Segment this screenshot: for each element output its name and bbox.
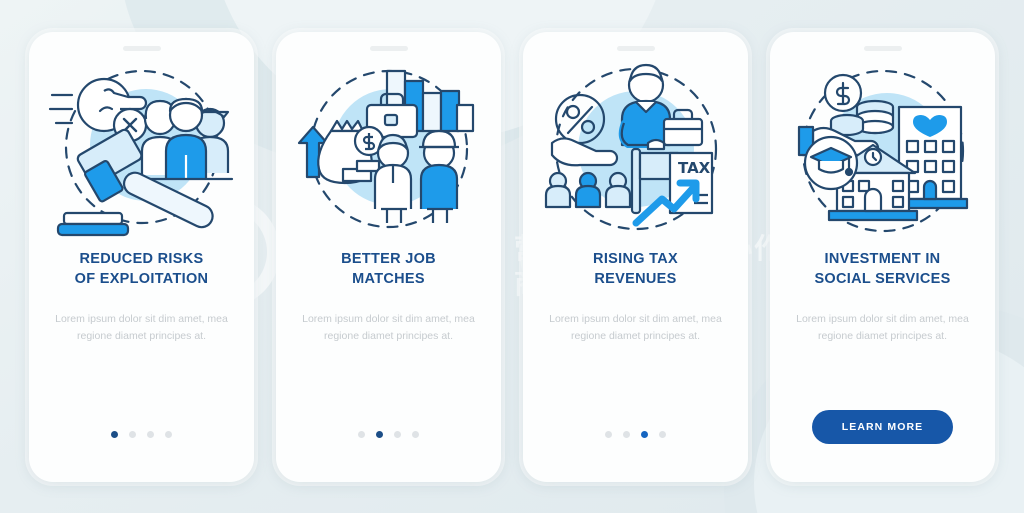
pagination-dot-4[interactable] (412, 430, 419, 438)
page-title: RISING TAX REVENUES (579, 249, 692, 289)
page-body-text: Lorem ipsum dolor sit dim amet, mea regi… (796, 312, 969, 342)
gavel-workers-illustration (42, 57, 242, 247)
briefcase-chart-workers-illustration (289, 57, 489, 247)
pagination-dot-2[interactable] (129, 430, 136, 438)
pagination-dots[interactable] (358, 430, 419, 438)
pagination-dot-4[interactable] (165, 430, 172, 438)
page-body-text: Lorem ipsum dolor sit dim amet, mea regi… (549, 312, 722, 342)
pagination-dots[interactable] (111, 430, 172, 438)
pagination-dot-1[interactable] (605, 430, 612, 438)
pagination-dot-3[interactable] (641, 430, 648, 438)
page-title: REDUCED RISKS OF EXPLOITATION (61, 249, 223, 289)
phone-screen-rising-tax-revenues[interactable]: TAX RISING TAX REVENUES Lorem ipsum dolo… (523, 31, 748, 482)
onboarding-screens-mockup: 千图 营销创意服务与协作平台 商用请获取授权 (0, 0, 1024, 513)
phone-speaker (369, 45, 408, 51)
tax-label: TAX (678, 159, 711, 177)
title-line-1: REDUCED RISKS (79, 250, 204, 267)
phone-speaker (863, 45, 902, 51)
phone-speaker (616, 45, 655, 51)
learn-more-button[interactable]: LEARN MORE (811, 409, 954, 444)
title-line-2: MATCHES (352, 270, 425, 287)
phone-screen-investment-social-services[interactable]: INVESTMENT IN SOCIAL SERVICES Lorem ipsu… (770, 31, 995, 482)
title-line-2: OF EXPLOITATION (74, 270, 209, 287)
title-line-2: SOCIAL SERVICES (814, 270, 951, 287)
title-line-2: REVENUES (594, 270, 677, 287)
title-line-1: INVESTMENT IN (824, 250, 941, 267)
pagination-dots[interactable] (605, 430, 666, 438)
page-body-text: Lorem ipsum dolor sit dim amet, mea regi… (302, 312, 475, 342)
coins-hospital-school-illustration (783, 57, 983, 247)
phone-screen-better-job-matches[interactable]: BETTER JOB MATCHES Lorem ipsum dolor sit… (276, 31, 501, 482)
title-line-1: RISING TAX (593, 250, 678, 267)
pagination-dot-4[interactable] (659, 430, 666, 438)
page-body-text: Lorem ipsum dolor sit dim amet, mea regi… (55, 312, 228, 342)
pagination-dot-3[interactable] (147, 430, 154, 438)
title-line-1: BETTER JOB (341, 250, 436, 267)
pagination-dot-2[interactable] (623, 430, 630, 438)
phone-row: REDUCED RISKS OF EXPLOITATION Lorem ipsu… (0, 0, 1024, 513)
page-title: INVESTMENT IN SOCIAL SERVICES (800, 249, 964, 289)
phone-screen-reduced-risks[interactable]: REDUCED RISKS OF EXPLOITATION Lorem ipsu… (29, 31, 254, 482)
pagination-dot-1[interactable] (111, 430, 118, 438)
phone-speaker (122, 45, 161, 51)
pagination-dot-1[interactable] (358, 430, 365, 438)
page-title: BETTER JOB MATCHES (327, 249, 450, 289)
pagination-dot-3[interactable] (394, 430, 401, 438)
pagination-dot-2[interactable] (376, 430, 383, 438)
tax-percent-hand-illustration: TAX (536, 57, 736, 247)
